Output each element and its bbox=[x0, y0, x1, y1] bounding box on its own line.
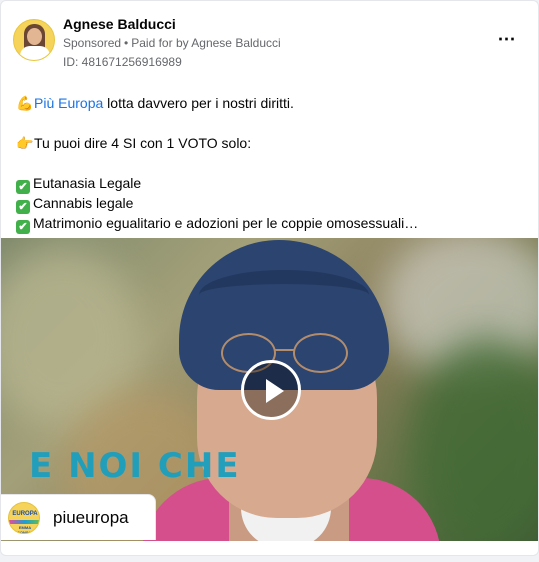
play-icon bbox=[266, 379, 284, 403]
list-item: ✔ Cannabis legale bbox=[16, 193, 526, 214]
play-button[interactable] bbox=[241, 360, 301, 420]
brand-name: piueuropa bbox=[53, 508, 129, 527]
author-avatar[interactable] bbox=[13, 19, 55, 61]
post-meta: Sponsored • Paid for by Agnese Balducci bbox=[63, 36, 281, 50]
ad-id: ID: 481671256916989 bbox=[63, 55, 182, 69]
logo-text-bottom: EMMA BONINO bbox=[17, 525, 33, 534]
pointing-right-icon: 👉 bbox=[16, 135, 34, 151]
more-options-icon[interactable]: ⋯ bbox=[491, 27, 523, 55]
glasses-bridge bbox=[274, 349, 295, 351]
list-item-text: Eutanasia Legale bbox=[33, 175, 142, 191]
body-line-2: 👉Tu puoi dire 4 SI con 1 VOTO solo: bbox=[16, 133, 526, 153]
logo-color-band bbox=[9, 520, 39, 524]
body-line-2-text: Tu puoi dire 4 SI con 1 VOTO solo: bbox=[34, 135, 252, 151]
glasses-lens-right bbox=[293, 333, 348, 373]
list-item: ✔ Matrimonio egualitario e adozioni per l… bbox=[16, 213, 526, 234]
paid-for-label: Paid for by Agnese Balducci bbox=[131, 36, 281, 50]
sponsored-label: Sponsored bbox=[63, 36, 122, 50]
check-mark-icon: ✔ bbox=[16, 220, 30, 234]
post-body: 💪Più Europa lotta davvero per i nostri d… bbox=[16, 93, 526, 234]
check-mark-icon: ✔ bbox=[16, 200, 30, 214]
meta-separator: • bbox=[124, 36, 129, 50]
party-link[interactable]: Più Europa bbox=[34, 95, 103, 111]
post-header: Agnese Balducci Sponsored • Paid for by Ag… bbox=[1, 1, 538, 81]
body-line-1: 💪Più Europa lotta davvero per i nostri d… bbox=[16, 93, 526, 113]
list-item: ✔ Eutanasia Legale bbox=[16, 173, 526, 194]
flexed-biceps-icon: 💪 bbox=[16, 95, 34, 111]
list-item-text: Matrimonio egualitario e adozioni per le… bbox=[33, 215, 419, 231]
body-line-1-text: lotta davvero per i nostri diritti. bbox=[103, 95, 294, 111]
check-mark-icon: ✔ bbox=[16, 180, 30, 194]
author-name[interactable]: Agnese Balducci bbox=[63, 16, 176, 32]
ad-post-card: Agnese Balducci Sponsored • Paid for by Ag… bbox=[0, 0, 539, 556]
logo-text-top: EUROPA bbox=[12, 511, 38, 517]
list-item-text: Cannabis legale bbox=[33, 195, 134, 211]
avatar-face bbox=[27, 28, 42, 45]
turban-fold bbox=[199, 270, 369, 320]
page-tag[interactable]: EUROPA EMMA BONINO piueuropa bbox=[1, 494, 156, 540]
brand-logo: EUROPA EMMA BONINO bbox=[8, 502, 40, 534]
video-caption: E NOI CHE bbox=[29, 446, 241, 486]
avatar-shirt bbox=[20, 46, 50, 60]
video-player[interactable]: E NOI CHE EUROPA EMMA BONINO piueuropa bbox=[1, 238, 538, 541]
